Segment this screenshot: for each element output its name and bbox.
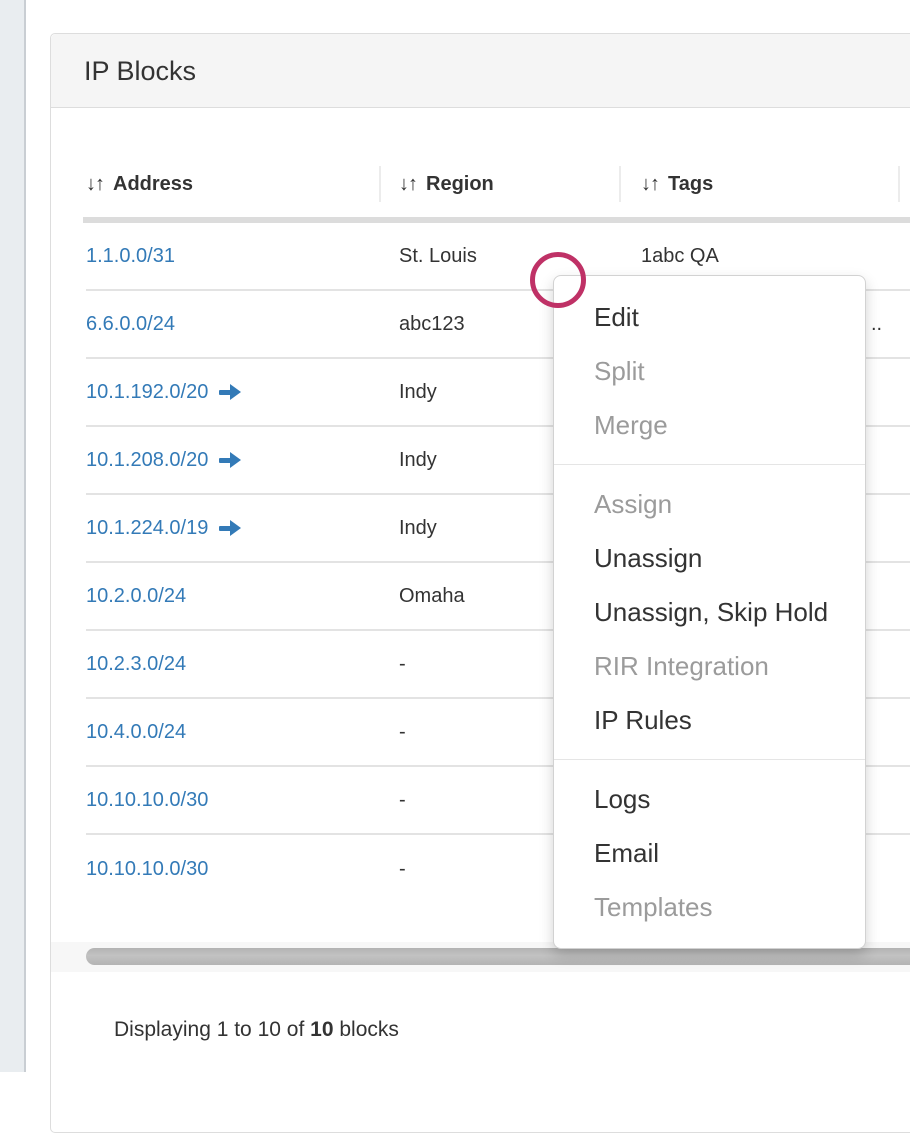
menu-item-ip-rules[interactable]: IP Rules [554, 693, 865, 747]
column-header-tags[interactable]: ↓↑ Tags [619, 164, 898, 204]
panel-title: IP Blocks [84, 34, 196, 108]
address-cell: 10.2.0.0/24 [86, 585, 379, 608]
column-header-extra [898, 164, 910, 204]
ip-address-link[interactable]: 10.1.224.0/19 [86, 517, 208, 540]
region-cell: St. Louis [379, 245, 619, 268]
tags-cell: 1abc QA [619, 245, 898, 268]
address-cell: 10.1.208.0/20 [86, 449, 379, 472]
address-cell: 10.10.10.0/30 [86, 789, 379, 812]
sort-icon[interactable]: ↓↑ [641, 173, 659, 196]
menu-item-edit[interactable]: Edit [554, 290, 865, 344]
ip-address-link[interactable]: 6.6.0.0/24 [86, 313, 175, 336]
column-header-region[interactable]: ↓↑ Region [379, 164, 619, 204]
address-cell: 10.10.10.0/30 [86, 858, 379, 881]
column-label: Region [426, 173, 494, 196]
arrow-right-icon [219, 384, 242, 400]
ip-address-link[interactable]: 1.1.0.0/31 [86, 245, 175, 268]
column-label: Tags [668, 173, 713, 196]
pagination-total: 10 [310, 1018, 333, 1041]
menu-item-split: Split [554, 344, 865, 398]
address-cell: 10.1.224.0/19 [86, 517, 379, 540]
pagination-summary: Displaying 1 to 10 of 10 blocks [114, 1016, 399, 1044]
menu-divider [554, 464, 865, 465]
address-cell: 10.1.192.0/20 [86, 381, 379, 404]
menu-item-rir-integration: RIR Integration [554, 639, 865, 693]
ip-address-link[interactable]: 10.1.192.0/20 [86, 381, 208, 404]
menu-item-merge: Merge [554, 398, 865, 452]
ip-address-link[interactable]: 10.10.10.0/30 [86, 789, 208, 812]
menu-item-email[interactable]: Email [554, 826, 865, 880]
address-cell: 10.2.3.0/24 [86, 653, 379, 676]
arrow-right-icon [219, 520, 242, 536]
column-header-address[interactable]: ↓↑ Address [86, 164, 379, 204]
ip-address-link[interactable]: 10.4.0.0/24 [86, 721, 186, 744]
menu-item-assign: Assign [554, 477, 865, 531]
menu-item-unassign[interactable]: Unassign [554, 531, 865, 585]
ip-address-link[interactable]: 10.2.3.0/24 [86, 653, 186, 676]
arrow-right-icon [219, 452, 242, 468]
ip-address-link[interactable]: 10.2.0.0/24 [86, 585, 186, 608]
row-context-menu: Edit Split Merge Assign Unassign Unassig… [553, 275, 866, 949]
panel-header: IP Blocks [51, 34, 910, 108]
menu-item-unassign-skip-hold[interactable]: Unassign, Skip Hold [554, 585, 865, 639]
table-header-row: ↓↑ Address ↓↑ Region ↓↑ Tags [86, 164, 910, 204]
sort-icon[interactable]: ↓↑ [86, 173, 104, 196]
address-cell: 6.6.0.0/24 [86, 313, 379, 336]
column-label: Address [113, 173, 193, 196]
page-left-gutter [0, 0, 26, 1072]
horizontal-scrollbar-thumb[interactable] [86, 948, 910, 965]
menu-item-templates: Templates [554, 880, 865, 934]
pagination-prefix: Displaying 1 to 10 of [114, 1018, 304, 1041]
menu-item-logs[interactable]: Logs [554, 772, 865, 826]
ip-address-link[interactable]: 10.10.10.0/30 [86, 858, 208, 881]
pagination-suffix: blocks [339, 1018, 399, 1041]
menu-divider [554, 759, 865, 760]
address-cell: 10.4.0.0/24 [86, 721, 379, 744]
sort-icon[interactable]: ↓↑ [399, 173, 417, 196]
address-cell: 1.1.0.0/31 [86, 245, 379, 268]
ip-address-link[interactable]: 10.1.208.0/20 [86, 449, 208, 472]
